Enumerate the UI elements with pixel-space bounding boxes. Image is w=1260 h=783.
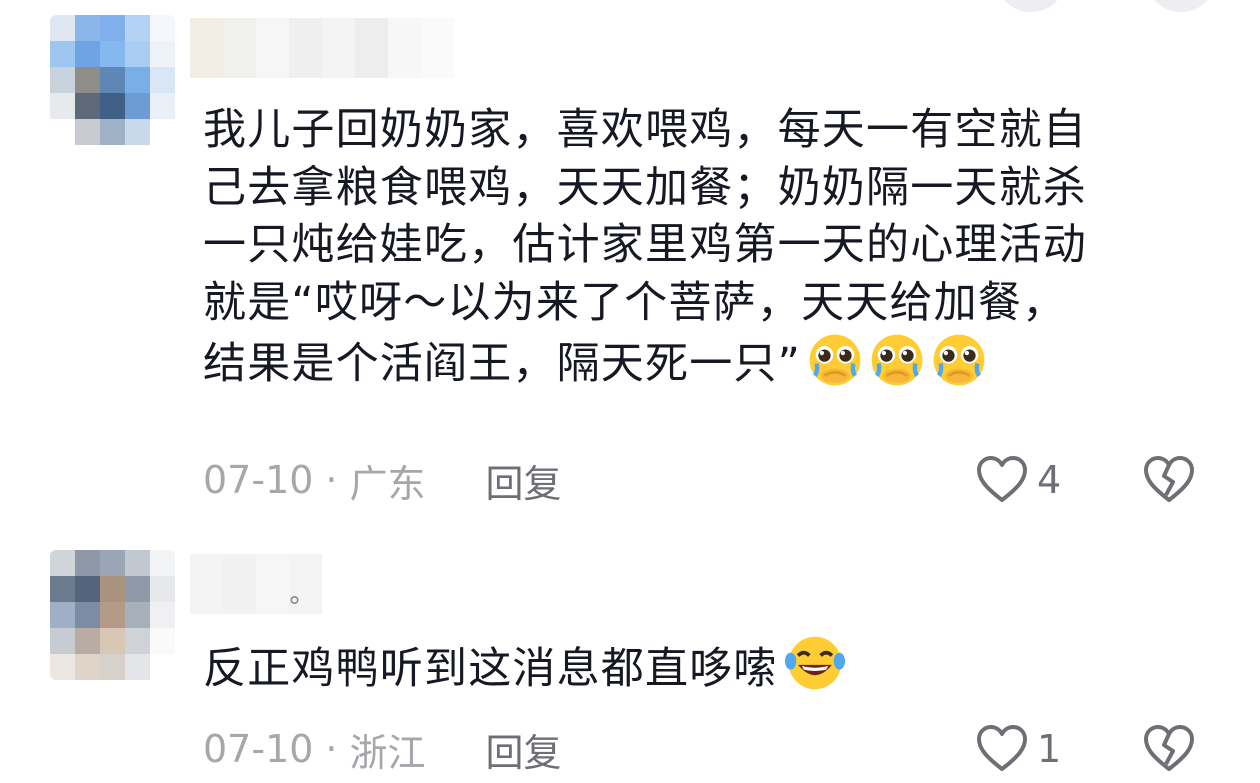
reply-button[interactable]: 回复: [486, 722, 562, 777]
laughing-tears-icon: [784, 636, 845, 690]
comment-text: 我儿子回奶奶家，喜欢喂鸡，每天一有空就自 己去拿粮食喂鸡，天天加餐；奶奶隔一天就…: [203, 102, 1213, 394]
heart-outline-icon: [977, 725, 1027, 771]
comment-location: 浙江: [349, 730, 426, 775]
comment-location: 广东: [349, 461, 426, 506]
comment-meta: 07-10 · 广东 回复: [203, 453, 562, 508]
pleading-crying-face-icon: [809, 334, 861, 386]
heart-outline-icon: [977, 456, 1027, 502]
name-blur-dot: °: [288, 592, 301, 622]
comment-item: ° 反正鸡鸭听到这消息都直哆嗦 07-10 · 浙江 回复 1: [0, 540, 1260, 783]
avatar[interactable]: [50, 15, 175, 145]
comment-item: 我儿子回奶奶家，喜欢喂鸡，每天一有空就自 己去拿粮食喂鸡，天天加餐；奶奶隔一天就…: [0, 0, 1260, 520]
like-count: 1: [1037, 727, 1062, 771]
avatar[interactable]: [50, 550, 175, 680]
comment-date: 07-10: [203, 727, 314, 771]
username-blurred[interactable]: [190, 554, 322, 614]
comment-meta: 07-10 · 浙江 回复: [203, 722, 562, 777]
pleading-crying-face-icon: [933, 334, 985, 386]
username-blurred[interactable]: [190, 18, 454, 78]
meta-separator: ·: [325, 458, 338, 502]
pleading-crying-face-icon: [871, 334, 923, 386]
meta-separator: ·: [325, 727, 338, 771]
broken-heart-icon[interactable]: [1142, 724, 1196, 774]
broken-heart-icon[interactable]: [1142, 455, 1196, 505]
like-button[interactable]: 1: [975, 724, 1061, 774]
comment-date: 07-10: [203, 458, 314, 502]
like-button[interactable]: 4: [975, 455, 1061, 505]
comment-body: 反正鸡鸭听到这消息都直哆嗦: [203, 644, 778, 694]
comment-text: 反正鸡鸭听到这消息都直哆嗦: [203, 633, 1213, 699]
like-count: 4: [1037, 458, 1062, 502]
reply-button[interactable]: 回复: [486, 453, 562, 508]
